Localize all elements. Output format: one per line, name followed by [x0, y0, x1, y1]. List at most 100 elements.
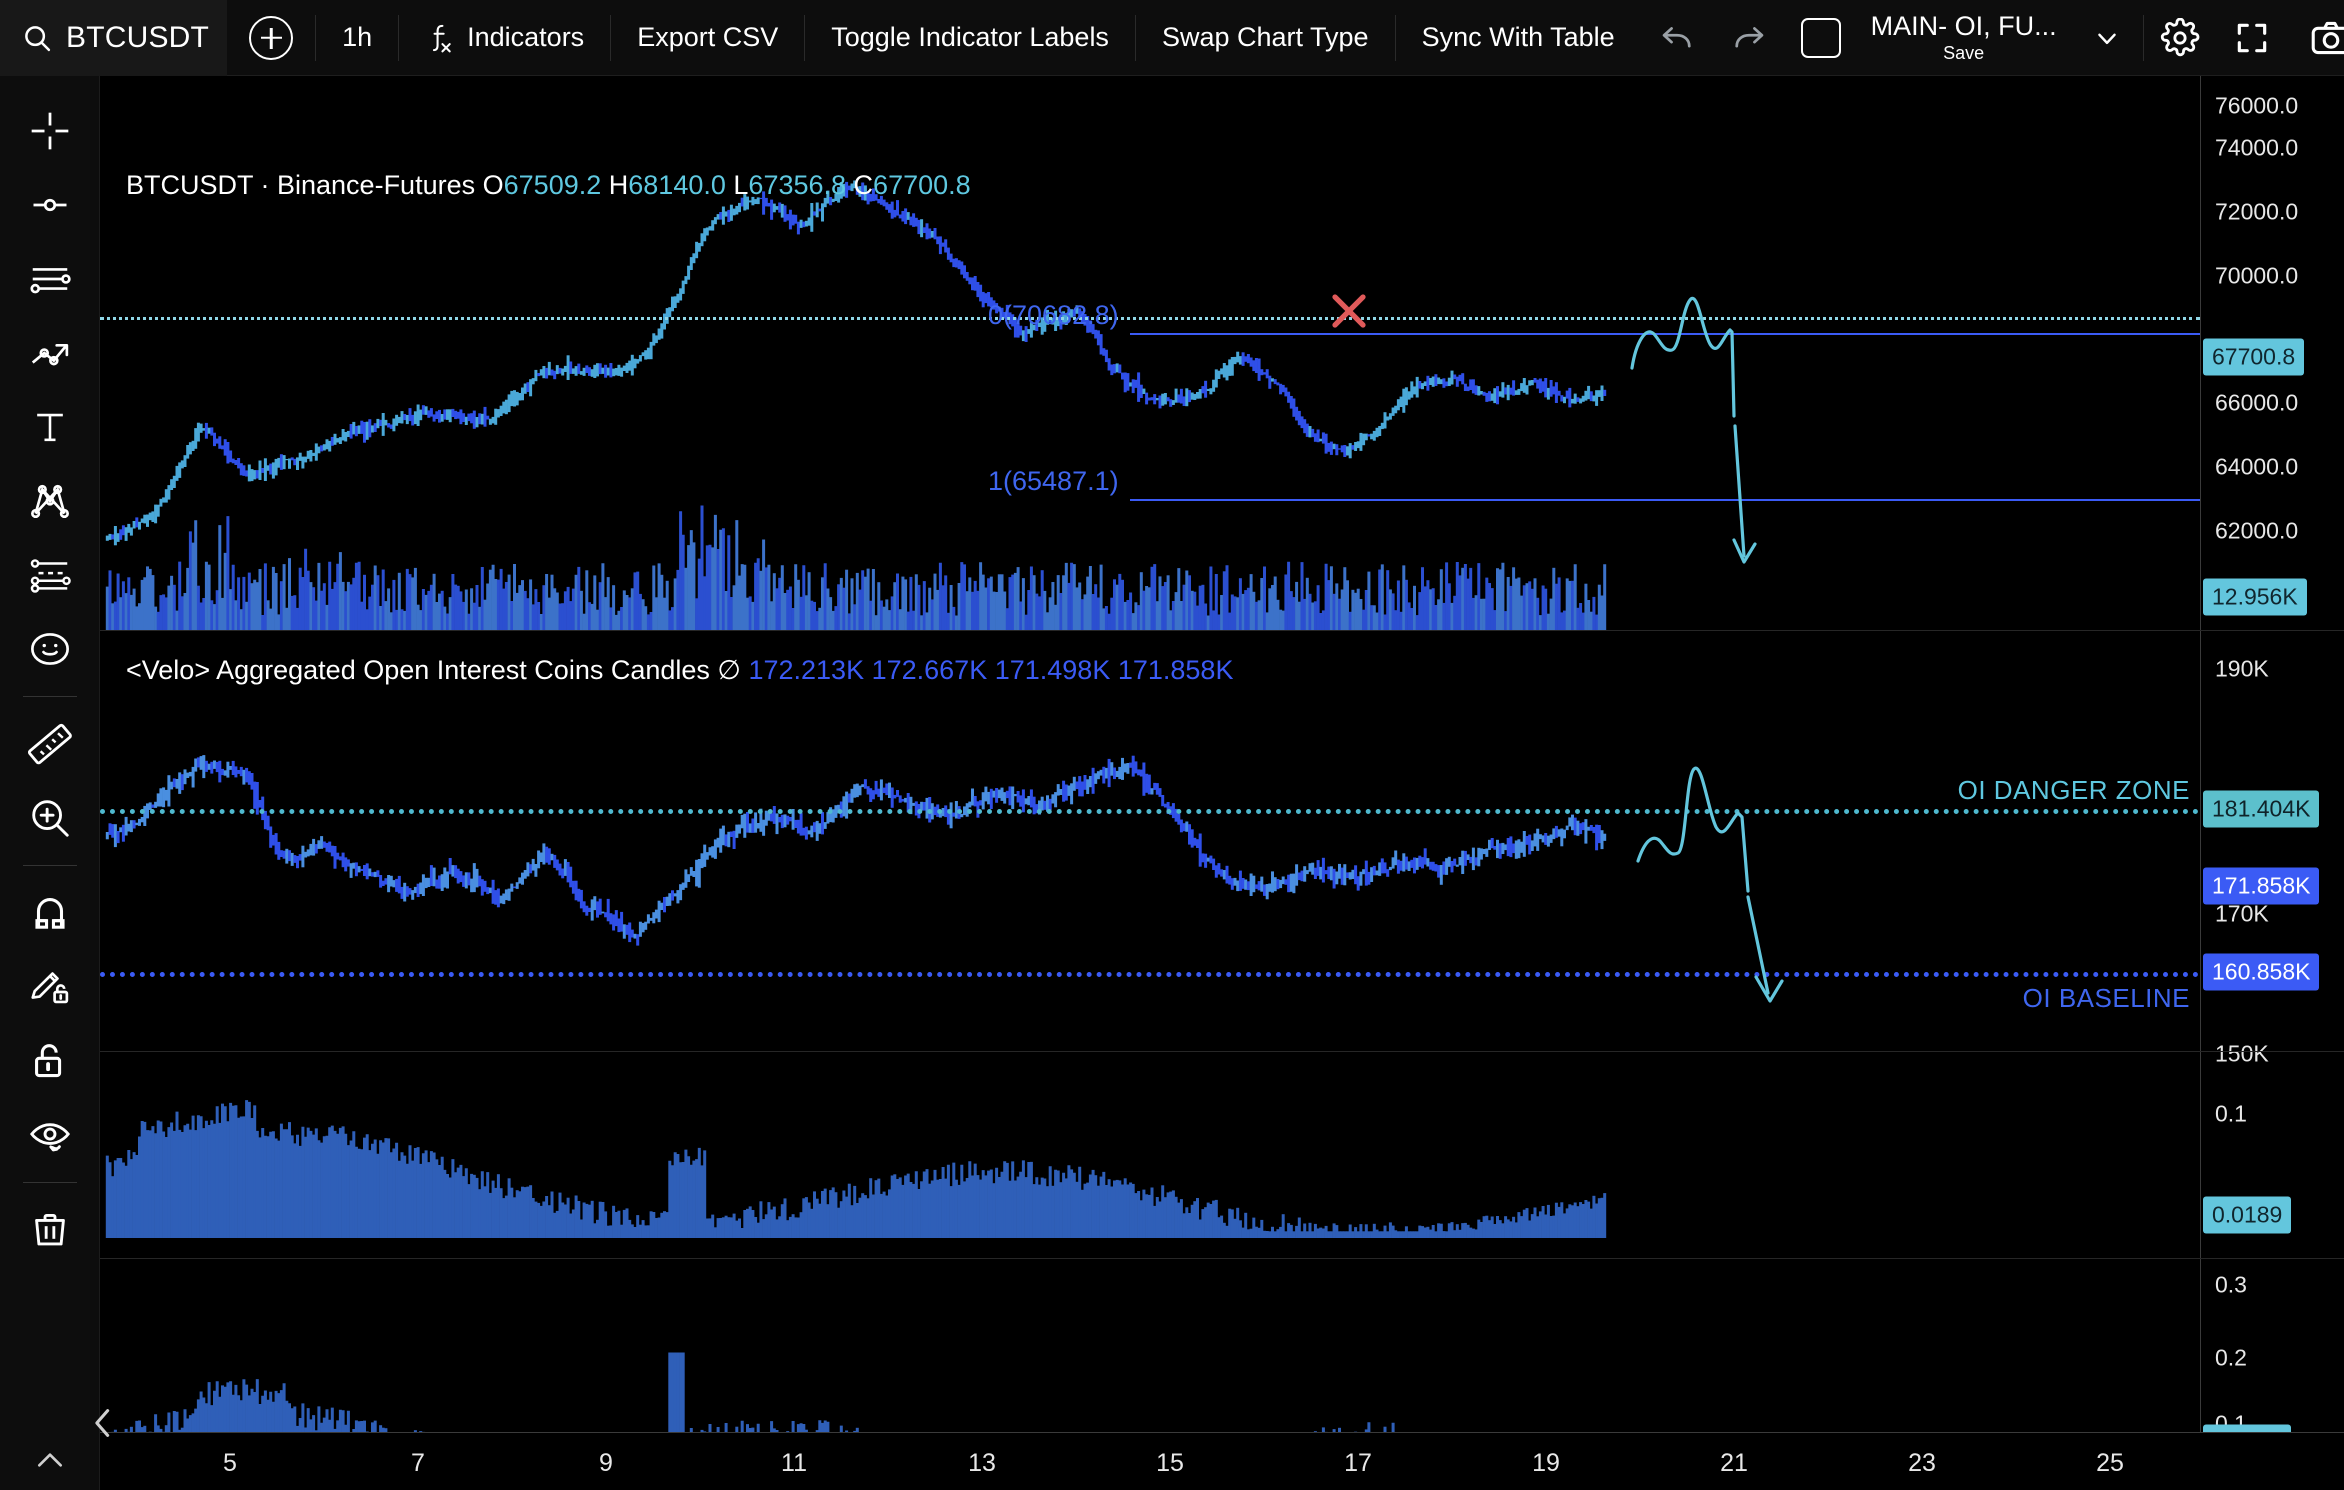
- price-legend-title: BTCUSDT · Binance-Futures: [126, 170, 476, 200]
- indicators-label: Indicators: [467, 22, 585, 52]
- oi-projection-drawing[interactable]: [1590, 741, 1890, 1031]
- trash-icon: [34, 1213, 65, 1246]
- ohlc-h-value: 68140.0: [628, 170, 726, 200]
- axis-tick: 62000.0: [2215, 517, 2299, 544]
- symbol-search[interactable]: BTCUSDT: [0, 0, 228, 76]
- sync-with-table-button[interactable]: Sync With Table: [1396, 0, 1641, 76]
- save-label: Save: [1943, 43, 1985, 63]
- left-drawing-toolbar: [0, 76, 100, 1490]
- time-tick: 15: [1156, 1449, 1184, 1477]
- price-projection-drawing[interactable]: [1580, 256, 1880, 616]
- time-axis[interactable]: 5 7 9 11 13 15 17 19 21 23 25: [100, 1432, 2344, 1490]
- zoom-in-tool[interactable]: [13, 781, 87, 855]
- trend-line-tool[interactable]: [13, 168, 87, 242]
- time-tick: 11: [781, 1449, 807, 1477]
- ohlc-h-key: H: [608, 170, 629, 200]
- current-price-line: [100, 317, 2200, 320]
- funding-rate-panel[interactable]: 0.1 0 0.0189 <Velo> Aggregated Funding R…: [100, 1052, 2344, 1258]
- toggle-indicator-labels-label: Toggle Indicator Labels: [831, 22, 1109, 52]
- volume-legend[interactable]: Volume SMA 9 12.956K: [126, 219, 401, 250]
- price-candles: [105, 180, 1607, 630]
- magnet-tool[interactable]: [13, 876, 87, 950]
- ohlc-c-value: 67700.8: [873, 170, 971, 200]
- price-panel[interactable]: 0(70682.8) 1(65487.1) 76000.0 74000.0 72…: [100, 76, 2344, 630]
- indicators-button[interactable]: Indicators: [399, 0, 610, 76]
- collapse-toolbar-button[interactable]: [13, 1430, 87, 1490]
- pattern-tool[interactable]: [13, 464, 87, 538]
- scroll-left-button[interactable]: [88, 1400, 118, 1446]
- fib-levels-tool[interactable]: [13, 538, 87, 612]
- price-legend[interactable]: BTCUSDT · Binance-Futures O67509.2 H6814…: [126, 170, 971, 201]
- oi-value-high: 172.667K: [871, 655, 988, 685]
- layout-button[interactable]: [1785, 0, 1857, 76]
- crosshair-tool[interactable]: [13, 94, 87, 168]
- oi-baseline-badge[interactable]: 160.858K: [2203, 953, 2320, 991]
- settings-button[interactable]: [2144, 0, 2216, 76]
- layout-name-label: MAIN- OI, FU...: [1870, 11, 2057, 41]
- redo-button[interactable]: [1713, 0, 1785, 76]
- current-price-badge[interactable]: 67700.8: [2203, 338, 2305, 376]
- time-tick: 23: [1908, 1449, 1936, 1477]
- eye-icon: [29, 1123, 70, 1152]
- add-chart-button[interactable]: [227, 0, 315, 76]
- premium-legend[interactable]: <Velo> Premium (%) Average 1 0.0654: [126, 1277, 576, 1308]
- axis-tick: 170K: [2215, 900, 2269, 927]
- axis-tick: 72000.0: [2215, 198, 2299, 225]
- text-tool[interactable]: [13, 390, 87, 464]
- axis-tick: 70000.0: [2215, 262, 2299, 289]
- oi-value-open: 172.213K: [748, 655, 865, 685]
- axis-tick: 64000.0: [2215, 453, 2299, 480]
- oi-legend[interactable]: <Velo> Aggregated Open Interest Coins Ca…: [126, 655, 1233, 686]
- screenshot-button[interactable]: [2288, 0, 2344, 76]
- funding-legend[interactable]: <Velo> Aggregated Funding Rate (%) Open …: [126, 1070, 1127, 1101]
- measure-tool[interactable]: [13, 707, 87, 781]
- toggle-indicator-labels-button[interactable]: Toggle Indicator Labels: [805, 0, 1135, 76]
- symbol-label: BTCUSDT: [66, 20, 210, 54]
- swap-chart-type-button[interactable]: Swap Chart Type: [1136, 0, 1395, 76]
- fib-levels-icon: [30, 559, 71, 593]
- ohlc-l-key: L: [733, 170, 749, 200]
- red-x-marker[interactable]: [1328, 290, 1370, 332]
- hide-drawings-tool[interactable]: [13, 1098, 87, 1172]
- oi-plot[interactable]: OI DANGER ZONE OI BASELINE: [100, 631, 2200, 1051]
- delete-drawings-tool[interactable]: [13, 1193, 87, 1267]
- price-plot[interactable]: 0(70682.8) 1(65487.1): [100, 76, 2200, 630]
- ohlc-l-value: 67356.8: [748, 170, 847, 200]
- volume-legend-value: 12.956K: [303, 219, 401, 249]
- export-csv-button[interactable]: Export CSV: [611, 0, 804, 76]
- top-toolbar: BTCUSDT 1h Indicators Export CSV Toggle: [0, 0, 2344, 76]
- lock-tool[interactable]: [13, 1024, 87, 1098]
- fullscreen-button[interactable]: [2216, 0, 2288, 76]
- zoom-in-icon: [31, 800, 69, 837]
- ruler-icon: [27, 723, 72, 765]
- funding-badge[interactable]: 0.0189: [2203, 1196, 2292, 1234]
- layout-save-menu[interactable]: MAIN- OI, FU... Save: [1857, 0, 2071, 76]
- axis-tick: 0.1: [2215, 1100, 2247, 1127]
- volume-badge[interactable]: 12.956K: [2203, 578, 2307, 616]
- axis-tick: 76000.0: [2215, 92, 2299, 119]
- undo-button[interactable]: [1641, 0, 1713, 76]
- price-axis[interactable]: 76000.0 74000.0 72000.0 70000.0 66000.0 …: [2200, 76, 2344, 630]
- open-interest-panel[interactable]: OI DANGER ZONE OI BASELINE 190K 180K 170…: [100, 631, 2344, 1067]
- time-tick: 21: [1720, 1449, 1748, 1477]
- export-csv-label: Export CSV: [637, 22, 779, 52]
- fullscreen-icon: [2237, 23, 2266, 52]
- oi-danger-badge[interactable]: 181.404K: [2203, 790, 2320, 828]
- funding-axis[interactable]: 0.1 0 0.0189: [2200, 1052, 2344, 1258]
- trend-arrow-tool[interactable]: [13, 316, 87, 390]
- axis-tick: 190K: [2215, 655, 2269, 682]
- emoji-tool[interactable]: [13, 612, 87, 686]
- horizontal-lines-tool[interactable]: [13, 242, 87, 316]
- time-tick: 25: [2096, 1449, 2124, 1477]
- pattern-icon: [30, 484, 69, 519]
- chart-area[interactable]: 0(70682.8) 1(65487.1) 76000.0 74000.0 72…: [100, 76, 2344, 1490]
- premium-legend-value: 0.0654: [496, 1277, 577, 1307]
- time-tick: 13: [968, 1449, 996, 1477]
- search-icon: [25, 25, 51, 51]
- oi-axis[interactable]: 190K 180K 170K 150K 181.404K 171.858K 16…: [2200, 631, 2344, 1067]
- oi-current-badge[interactable]: 171.858K: [2203, 867, 2320, 905]
- timeframe-button[interactable]: 1h: [316, 0, 398, 76]
- funding-legend-value: 0.0189: [1047, 1070, 1127, 1100]
- layout-dropdown-button[interactable]: [2071, 0, 2143, 76]
- drawing-lock-tool[interactable]: [13, 950, 87, 1024]
